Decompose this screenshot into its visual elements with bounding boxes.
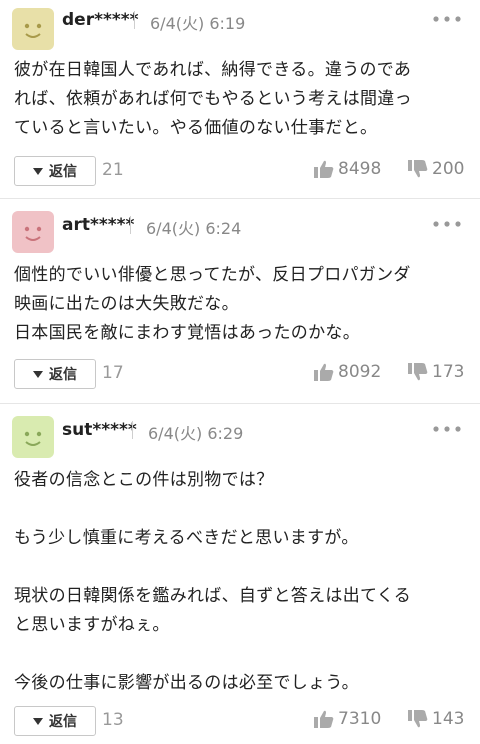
username[interactable]: art***** bbox=[62, 215, 134, 235]
smiley-face-icon bbox=[24, 226, 42, 241]
dislike-count: 143 bbox=[432, 709, 465, 729]
comment-line: 今後の仕事に影響が出るのは必至でしょう。 bbox=[14, 673, 359, 693]
comment-line bbox=[14, 553, 470, 582]
divider bbox=[134, 11, 135, 29]
reply-label: 返信 bbox=[49, 714, 77, 730]
comment-line: と思いますがねぇ。 bbox=[14, 615, 170, 635]
more-options-icon[interactable] bbox=[432, 12, 462, 26]
timestamp: 6/4(火) 6:24 bbox=[146, 219, 242, 238]
comment-line: 映画に出たのは大失敗だな。 bbox=[14, 294, 239, 314]
more-options-icon[interactable] bbox=[432, 217, 462, 231]
reply-button[interactable]: 返信 bbox=[14, 359, 96, 389]
thumbs-up-icon bbox=[314, 363, 334, 381]
smiley-face-icon bbox=[24, 431, 42, 446]
dislike-count: 200 bbox=[432, 159, 465, 179]
comment-body: 彼が在日韓国人であれば、納得できる。違うのであ れば、依頼があれば何でもやるとい… bbox=[14, 56, 470, 143]
comment-body: 役者の信念とこの件は別物では？ もう少し慎重に考えるべきだと思いますが。 現状の… bbox=[14, 466, 470, 698]
like-count: 8092 bbox=[338, 362, 382, 382]
reply-count: 17 bbox=[102, 363, 124, 383]
timestamp: 6/4(火) 6:19 bbox=[150, 14, 246, 33]
timestamp: 6/4(火) 6:29 bbox=[148, 424, 244, 443]
username[interactable]: der***** bbox=[62, 10, 139, 30]
comment-line: 日本国民を敵にまわす覚悟はあったのかな。 bbox=[14, 323, 360, 343]
reply-button[interactable]: 返信 bbox=[14, 706, 96, 736]
avatar[interactable] bbox=[12, 8, 54, 50]
comment-line: 彼が在日韓国人であれば、納得できる。違うのであ bbox=[14, 60, 412, 80]
reply-label: 返信 bbox=[49, 367, 77, 383]
comment-body: 個性的でいい俳優と思ってたが、反日プロパガンダ 映画に出たのは大失敗だな。 日本… bbox=[14, 261, 470, 348]
comment-line: 個性的でいい俳優と思ってたが、反日プロパガンダ bbox=[14, 265, 411, 285]
reply-count: 21 bbox=[102, 160, 124, 180]
thumbs-down-icon bbox=[408, 363, 428, 381]
comment-line: れば、依頼があれば何でもやるという考えは間違っ bbox=[14, 89, 412, 109]
divider bbox=[130, 216, 131, 234]
comment-line: 現状の日韓関係を鑑みれば、自ずと答えは出てくる bbox=[14, 586, 412, 606]
comment-line: 役者の信念とこの件は別物では？ bbox=[14, 470, 274, 490]
comment-line: もう少し慎重に考えるべきだと思いますが。 bbox=[14, 528, 359, 548]
comment-line bbox=[14, 495, 470, 524]
username[interactable]: sut***** bbox=[62, 420, 137, 440]
dislike-count: 173 bbox=[432, 362, 465, 382]
avatar[interactable] bbox=[12, 211, 54, 253]
thumbs-down-icon bbox=[408, 710, 428, 728]
comment-item: der***** 6/4(火) 6:19 彼が在日韓国人であれば、納得できる。違… bbox=[0, 0, 480, 199]
divider bbox=[132, 421, 133, 439]
like-button[interactable]: 8498 bbox=[314, 159, 381, 179]
dislike-button[interactable]: 143 bbox=[408, 709, 464, 729]
reply-label: 返信 bbox=[49, 164, 77, 180]
comment-item: art***** 6/4(火) 6:24 個性的でいい俳優と思ってたが、反日プロ… bbox=[0, 199, 480, 404]
chevron-down-icon bbox=[33, 167, 43, 175]
chevron-down-icon bbox=[33, 717, 43, 725]
dislike-button[interactable]: 200 bbox=[408, 159, 464, 179]
thumbs-up-icon bbox=[314, 710, 334, 728]
comment-item: sut***** 6/4(火) 6:29 役者の信念とこの件は別物では？ もう少… bbox=[0, 404, 480, 744]
reply-button[interactable]: 返信 bbox=[14, 156, 96, 186]
thumbs-up-icon bbox=[314, 160, 334, 178]
comment-line bbox=[14, 640, 470, 669]
dislike-button[interactable]: 173 bbox=[408, 362, 464, 382]
more-options-icon[interactable] bbox=[432, 422, 462, 436]
like-button[interactable]: 8092 bbox=[314, 362, 381, 382]
avatar[interactable] bbox=[12, 416, 54, 458]
smiley-face-icon bbox=[24, 23, 42, 38]
reply-count: 13 bbox=[102, 710, 124, 730]
like-count: 8498 bbox=[338, 159, 382, 179]
like-button[interactable]: 7310 bbox=[314, 709, 381, 729]
comment-line: ていると言いたい。やる価値のない仕事だと。 bbox=[14, 118, 378, 138]
chevron-down-icon bbox=[33, 370, 43, 378]
like-count: 7310 bbox=[338, 709, 382, 729]
thumbs-down-icon bbox=[408, 160, 428, 178]
